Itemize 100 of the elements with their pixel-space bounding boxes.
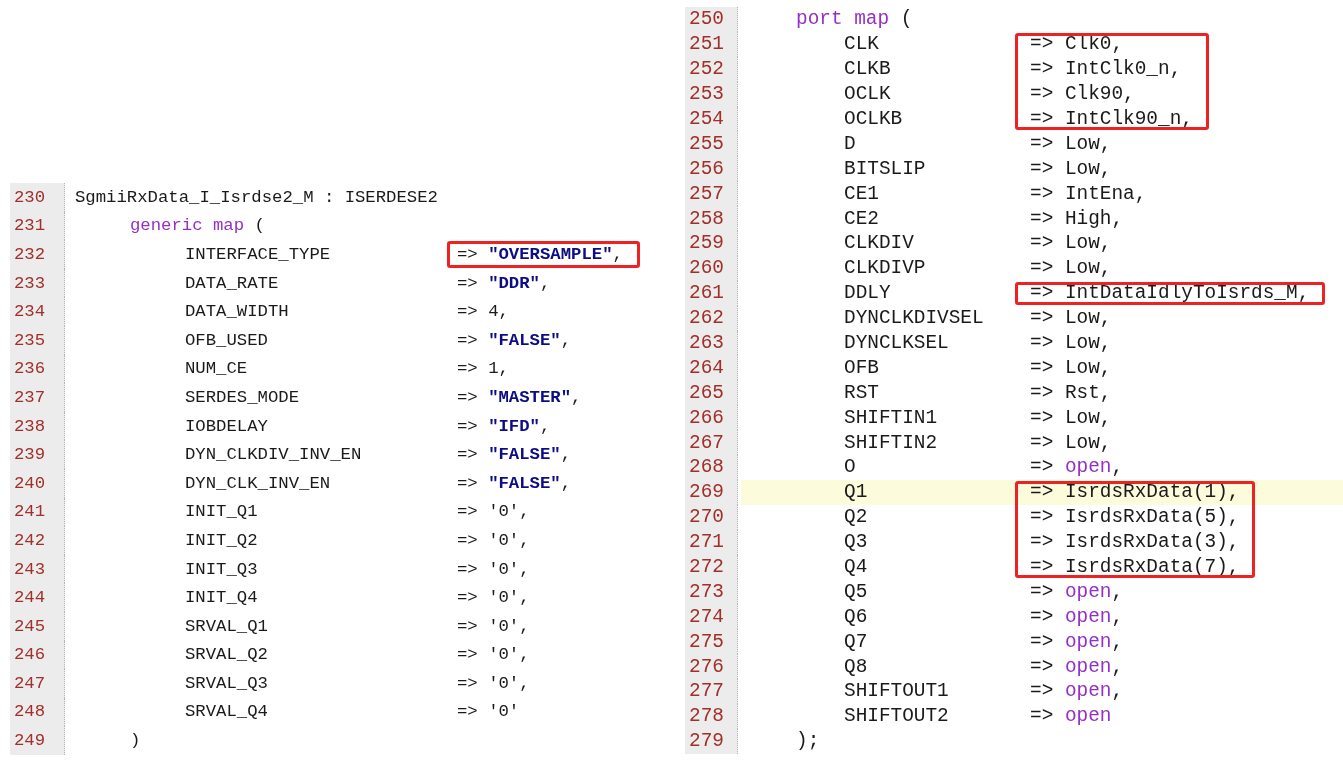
mapped-value: IntEna, [1064,182,1147,205]
line-number: 264 [685,355,738,381]
signal-name: Q6 [844,605,868,628]
line-number: 266 [685,405,738,431]
signal-name: CE2 [844,207,879,230]
signal-name: BITSLIP [844,157,926,180]
signal-name: Q4 [844,556,868,579]
mapped-value: Low, [1064,332,1112,354]
mapped-value: Low, [1064,307,1112,330]
arrow-operator: => [1030,232,1054,255]
arrow-operator: => [457,559,478,579]
line-number: 268 [685,455,738,480]
line-number: 265 [685,380,738,406]
line-number: 262 [685,305,738,331]
line-number: 247 [10,669,65,698]
line-number: 259 [685,231,738,256]
arrow-operator: => [1030,182,1054,205]
line-number: 246 [10,640,65,670]
line-number: 258 [685,206,738,231]
signal-name: SRVAL_Q2 [185,645,268,665]
signal-name: NUM_CE [185,359,248,379]
arrow-operator: => [457,645,478,665]
mapped-value: IntDataIdlyToIsrds_M, [1064,282,1310,305]
line-number: 267 [685,430,738,456]
signal-name: Q8 [844,655,868,678]
mapped-value: Low, [1064,356,1112,379]
arrow-operator: => [457,502,478,522]
signal-name: SERDES_MODE [185,387,300,407]
mapped-value: Low, [1064,431,1112,454]
mapped-value: "FALSE", [488,330,572,350]
mapped-value: Low, [1064,257,1112,280]
signal-name: INTERFACE_TYPE [185,245,331,264]
arrow-operator: => [457,245,478,264]
signal-name: CE1 [844,182,879,205]
line-number: 255 [685,131,738,157]
line-number: 250 [685,7,738,32]
arrow-operator: => [457,673,478,693]
arrow-operator: => [1030,132,1054,155]
line-number: 248 [10,697,65,727]
signal-name: DATA_WIDTH [185,302,289,322]
mapped-value: '0', [488,559,530,579]
arrow-operator: => [1030,332,1054,354]
line-number: 236 [10,354,65,384]
mapped-value: open, [1064,630,1124,653]
line-number: 241 [10,497,65,527]
mapped-value: open, [1064,655,1124,678]
arrow-operator: => [1030,257,1054,280]
mapped-value: '0', [488,673,530,693]
line-number: 269 [685,479,738,505]
mapped-value: '0', [488,616,530,636]
mapped-value: open, [1064,680,1124,703]
signal-name: OCLKB [844,108,903,130]
line-number: 235 [10,325,65,355]
signal-name: OFB [844,356,879,379]
line-number: 234 [10,297,65,326]
mapped-value: Low, [1064,157,1112,180]
mapped-value: "FALSE", [488,473,572,493]
signal-name: D [844,132,856,155]
line-number: 254 [685,106,738,132]
line-number: 279 [685,728,738,754]
arrow-operator: => [1030,282,1054,305]
line-number: 277 [685,679,738,704]
signal-name: CLKDIVP [844,257,926,280]
arrow-operator: => [1030,580,1054,603]
line-number: 261 [685,280,738,306]
mapped-value: "IFD", [488,416,551,436]
arrow-operator: => [1030,655,1054,678]
code-line: port map ( [796,8,913,31]
signal-name: DYNCLKSEL [844,332,949,354]
mapped-value: '0', [488,502,530,522]
signal-name: DATA_RATE [185,273,279,293]
line-number: 275 [685,629,738,655]
signal-name: DYN_CLK_INV_EN [185,473,331,493]
signal-name: SRVAL_Q3 [185,673,268,693]
signal-name: SHIFTOUT2 [844,705,949,728]
mapped-value: "FALSE", [488,445,572,465]
line-number: 263 [685,330,738,356]
mapped-value: High, [1064,207,1124,230]
arrow-operator: => [457,273,478,293]
line-number: 256 [685,156,738,182]
mapped-value: Rst, [1064,381,1112,404]
signal-name: DYN_CLKDIV_INV_EN [185,445,362,465]
line-number: 270 [685,504,738,530]
mapped-value: open, [1064,456,1124,479]
signal-name: SRVAL_Q1 [185,616,268,636]
line-number: 252 [685,56,738,82]
arrow-operator: => [1030,605,1054,628]
arrow-operator: => [1030,108,1054,130]
line-number: 278 [685,703,738,729]
arrow-operator: => [1030,207,1054,230]
signal-name: DYNCLKDIVSEL [844,307,984,330]
mapped-value: IsrdsRxData(5), [1064,506,1240,529]
signal-name: SHIFTIN1 [844,406,938,429]
line-number: 233 [10,268,65,298]
signal-name: INIT_Q4 [185,588,258,608]
mapped-value: open, [1064,580,1124,603]
arrow-operator: => [1030,556,1054,579]
mapped-value: open [1064,705,1112,728]
mapped-value: "MASTER", [488,387,582,407]
signal-name: OCLK [844,83,891,106]
